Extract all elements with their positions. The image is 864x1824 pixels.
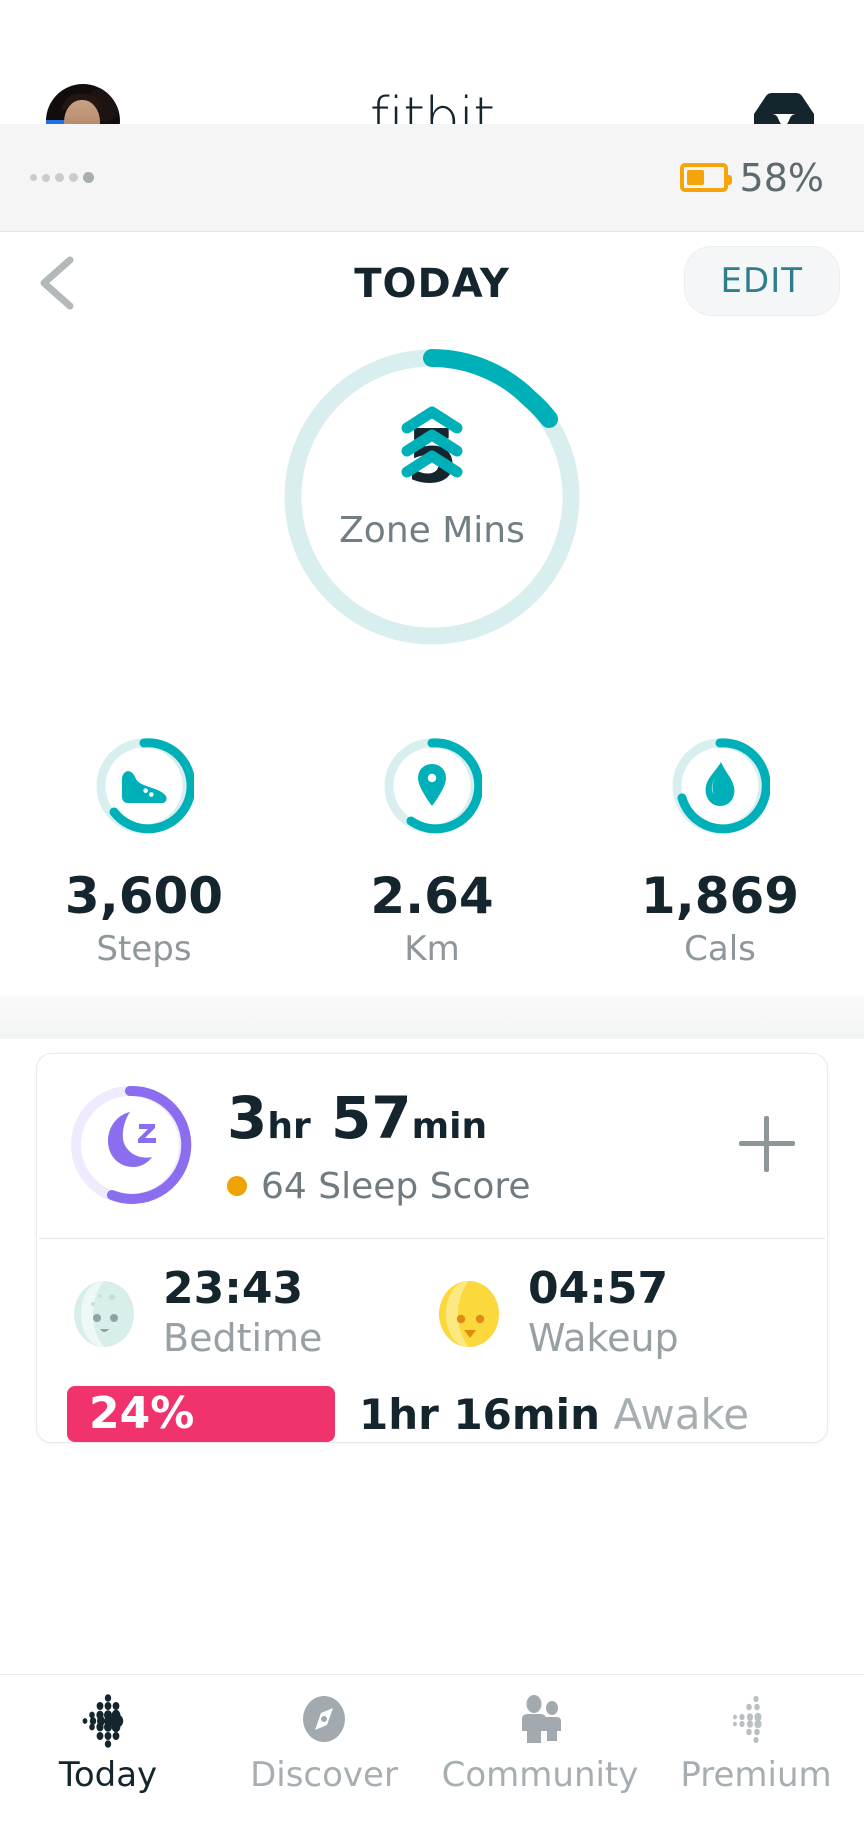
wakeup-cell: 04:57 Wakeup bbox=[432, 1263, 797, 1360]
shoe-icon bbox=[122, 771, 167, 803]
premium-dots-icon bbox=[648, 1693, 864, 1749]
back-chevron-icon[interactable] bbox=[34, 254, 86, 312]
battery-status: 58% bbox=[680, 156, 824, 200]
sync-dots-icon bbox=[30, 172, 94, 183]
nav-item-community[interactable]: Community bbox=[432, 1693, 648, 1795]
page-title: TODAY bbox=[354, 261, 510, 307]
nav-label-premium: Premium bbox=[648, 1755, 864, 1795]
nav-label-community: Community bbox=[432, 1755, 648, 1795]
sleep-stage-bar: 24% bbox=[67, 1386, 335, 1442]
add-sleep-button[interactable] bbox=[739, 1116, 795, 1172]
stat-distance[interactable]: 2.64 Km bbox=[288, 736, 576, 969]
sleep-mins: 57 bbox=[331, 1084, 412, 1152]
stat-calories[interactable]: 1,869 Cals bbox=[576, 736, 864, 969]
nav-item-discover[interactable]: Discover bbox=[216, 1693, 432, 1795]
bedtime-wakeup-row: 23:43 Bedtime 04:57 Wakeup bbox=[37, 1239, 827, 1370]
flame-icon bbox=[706, 762, 735, 806]
people-icon bbox=[432, 1693, 648, 1749]
steps-ring bbox=[0, 736, 288, 841]
steps-value: 3,600 bbox=[0, 867, 288, 925]
bedtime-cell: 23:43 Bedtime bbox=[67, 1263, 432, 1360]
fitbit-dots-icon bbox=[0, 1693, 216, 1749]
sleep-stage-duration: 1hr 16min bbox=[359, 1390, 600, 1439]
sleep-duration-block: 3hr 57min 64 Sleep Score bbox=[227, 1084, 531, 1207]
calories-value: 1,869 bbox=[576, 867, 864, 925]
calories-ring bbox=[576, 736, 864, 841]
sleep-ring bbox=[67, 1082, 193, 1208]
sleep-hours: 3 bbox=[227, 1084, 267, 1152]
sleep-mins-unit: min bbox=[412, 1106, 487, 1147]
sleep-hours-unit: hr bbox=[267, 1106, 310, 1147]
zone-mins-content: 5 Zone Mins bbox=[0, 398, 864, 551]
bedtime-time: 23:43 bbox=[163, 1263, 322, 1314]
wakeup-time: 04:57 bbox=[528, 1263, 679, 1314]
distance-ring bbox=[288, 736, 576, 841]
section-divider bbox=[0, 995, 864, 1039]
sleep-stage-name: Awake bbox=[613, 1390, 749, 1439]
bedtime-label: Bedtime bbox=[163, 1316, 322, 1360]
stat-steps[interactable]: 3,600 Steps bbox=[0, 736, 288, 969]
distance-label: Km bbox=[288, 929, 576, 969]
daily-stats-row: 3,600 Steps 2.64 Km bbox=[0, 696, 864, 969]
location-pin-icon bbox=[418, 764, 446, 806]
sleep-stage-row: 24% 1hr 16min Awake bbox=[37, 1370, 827, 1442]
sleep-summary-row[interactable]: 3hr 57min 64 Sleep Score bbox=[37, 1054, 827, 1238]
nav-label-today: Today bbox=[0, 1755, 216, 1795]
app-bar: fitbit bbox=[0, 0, 864, 124]
sleep-card[interactable]: 3hr 57min 64 Sleep Score bbox=[36, 1053, 828, 1443]
sleep-stage-label: 1hr 16min Awake bbox=[359, 1390, 749, 1439]
edit-button[interactable]: EDIT bbox=[684, 246, 840, 316]
device-status-strip[interactable]: 58% bbox=[0, 124, 864, 232]
battery-icon bbox=[680, 163, 728, 192]
sleep-score-row: 64 Sleep Score bbox=[227, 1166, 531, 1207]
nav-label-discover: Discover bbox=[216, 1755, 432, 1795]
sun-face-icon bbox=[432, 1275, 506, 1349]
compass-icon bbox=[216, 1693, 432, 1749]
moon-face-icon bbox=[67, 1275, 141, 1349]
page-header: TODAY EDIT bbox=[0, 232, 864, 336]
zone-mins-label: Zone Mins bbox=[0, 510, 864, 551]
calories-label: Cals bbox=[576, 929, 864, 969]
sleep-score-dot-icon bbox=[227, 1176, 247, 1196]
battery-percent-label: 58% bbox=[740, 156, 824, 200]
sleep-score-label: 64 Sleep Score bbox=[261, 1166, 531, 1207]
zone-mins-ring[interactable]: 5 Zone Mins bbox=[0, 336, 864, 696]
sleep-duration: 3hr 57min bbox=[227, 1084, 531, 1152]
nav-item-premium[interactable]: Premium bbox=[648, 1693, 864, 1795]
nav-item-today[interactable]: Today bbox=[0, 1693, 216, 1795]
steps-label: Steps bbox=[0, 929, 288, 969]
fitbit-app-screen: fitbit 58% TODAY EDIT bbox=[0, 0, 864, 1824]
bottom-navigation: Today Discover bbox=[0, 1674, 864, 1824]
wakeup-label: Wakeup bbox=[528, 1316, 679, 1360]
moon-z-icon bbox=[108, 1112, 156, 1167]
distance-value: 2.64 bbox=[288, 867, 576, 925]
